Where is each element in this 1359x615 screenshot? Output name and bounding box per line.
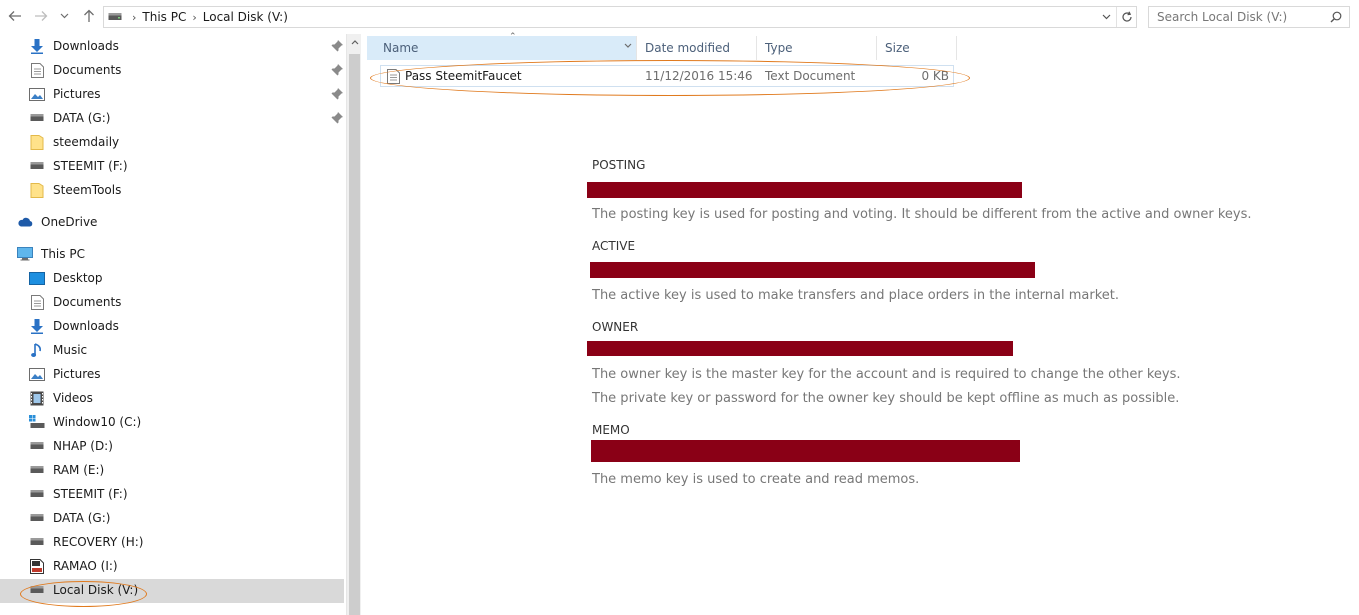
folder-icon — [29, 182, 45, 198]
refresh-icon — [1121, 11, 1132, 22]
forward-arrow-icon — [35, 11, 48, 21]
sidebar-item-videos[interactable]: Videos — [29, 386, 93, 410]
document-icon — [29, 294, 45, 310]
active-key-title: ACTIVE — [592, 239, 636, 253]
sidebar-item-documents[interactable]: Documents — [29, 58, 121, 82]
drive-icon — [29, 462, 45, 478]
sidebar-item-downloads-pc[interactable]: Downloads — [29, 314, 119, 338]
pin-icon[interactable] — [331, 64, 343, 76]
sidebar-item-music[interactable]: Music — [29, 338, 87, 362]
breadcrumb-local-disk[interactable]: Local Disk (V:) — [203, 10, 288, 24]
sidebar-scrollbar[interactable] — [346, 34, 361, 615]
download-arrow-icon — [29, 38, 45, 54]
sidebar-item-pictures[interactable]: Pictures — [29, 82, 101, 106]
sort-ascending-icon: ⌃ — [509, 32, 517, 42]
column-header-name[interactable]: ⌃ Name — [367, 32, 637, 60]
address-history-dropdown[interactable] — [1098, 9, 1114, 25]
navigation-bar: › This PC › Local Disk (V:) — [0, 0, 1359, 34]
memo-key-description: The memo key is used to create and read … — [592, 472, 920, 487]
desktop-icon — [29, 270, 45, 286]
sidebar-item-window10-c[interactable]: Window10 (C:) — [29, 410, 141, 434]
owner-key-description-2: The private key or password for the owne… — [592, 391, 1180, 406]
memo-key-redaction — [591, 440, 1020, 462]
pin-icon[interactable] — [331, 112, 343, 124]
sidebar-item-onedrive[interactable]: OneDrive — [17, 210, 97, 234]
posting-key-description: The posting key is used for posting and … — [592, 207, 1252, 222]
windows-drive-icon — [29, 414, 45, 430]
address-bar[interactable]: › This PC › Local Disk (V:) — [103, 6, 1137, 28]
chevron-right-icon: › — [192, 10, 197, 24]
owner-key-redaction — [587, 341, 1013, 356]
owner-key-description: The owner key is the master key for the … — [592, 367, 1181, 382]
sidebar-item-steemit-f-pc[interactable]: STEEMIT (F:) — [29, 482, 128, 506]
sidebar-item-nhap-d[interactable]: NHAP (D:) — [29, 434, 113, 458]
back-button[interactable] — [6, 7, 24, 25]
drive-icon — [29, 534, 45, 550]
document-icon — [29, 62, 45, 78]
column-header-size[interactable]: Size — [877, 36, 957, 60]
search-icon — [1330, 11, 1342, 23]
chevron-right-icon: › — [132, 10, 137, 24]
videos-icon — [29, 390, 45, 406]
up-arrow-icon — [84, 9, 94, 22]
refresh-button[interactable] — [1116, 7, 1136, 27]
up-button[interactable] — [80, 7, 98, 25]
drive-icon — [104, 12, 126, 22]
drive-icon — [29, 158, 45, 174]
search-input[interactable] — [1157, 10, 1327, 24]
column-header-type[interactable]: Type — [757, 36, 877, 60]
posting-key-title: POSTING — [592, 158, 646, 172]
chevron-down-icon[interactable] — [624, 41, 632, 51]
sidebar-item-documents-pc[interactable]: Documents — [29, 290, 121, 314]
drive-icon — [29, 438, 45, 454]
recent-locations-button[interactable] — [58, 7, 70, 25]
scroll-up-button[interactable] — [347, 34, 362, 51]
sidebar-item-recovery-h[interactable]: RECOVERY (H:) — [29, 530, 143, 554]
sidebar-item-this-pc[interactable]: This PC — [17, 242, 85, 266]
memo-key-title: MEMO — [592, 423, 630, 437]
breadcrumb-this-pc[interactable]: This PC — [142, 10, 186, 24]
sidebar-item-steemtools[interactable]: SteemTools — [29, 178, 121, 202]
pin-icon[interactable] — [331, 40, 343, 52]
chevron-down-icon — [60, 13, 68, 19]
chevron-down-icon — [1102, 14, 1110, 20]
search-box[interactable] — [1148, 6, 1350, 28]
owner-key-title: OWNER — [592, 320, 639, 334]
sidebar-item-steemdaily[interactable]: steemdaily — [29, 130, 119, 154]
annotation-ellipse — [20, 581, 147, 607]
sd-card-icon — [29, 558, 45, 574]
annotation-ellipse — [370, 60, 970, 96]
music-icon — [29, 342, 45, 358]
file-list-pane: ⌃ Name Date modified Type Size Pass Stee… — [361, 32, 1359, 615]
cloud-icon — [17, 214, 33, 230]
download-arrow-icon — [29, 318, 45, 334]
sidebar-item-pictures-pc[interactable]: Pictures — [29, 362, 101, 386]
sidebar-item-ram-e[interactable]: RAM (E:) — [29, 458, 104, 482]
active-key-description: The active key is used to make transfers… — [592, 288, 1120, 303]
sidebar-item-data-g-pc[interactable]: DATA (G:) — [29, 506, 110, 530]
navigation-pane: Downloads Documents Pictures DATA (G:) s… — [0, 34, 346, 615]
computer-icon — [17, 246, 33, 262]
forward-button[interactable] — [32, 7, 50, 25]
sidebar-item-data-g[interactable]: DATA (G:) — [29, 106, 110, 130]
drive-icon — [29, 510, 45, 526]
sidebar-item-downloads[interactable]: Downloads — [29, 34, 119, 58]
folder-icon — [29, 134, 45, 150]
pictures-icon — [29, 366, 45, 382]
scrollbar-thumb[interactable] — [349, 54, 360, 615]
pin-icon[interactable] — [331, 88, 343, 100]
sidebar-item-desktop[interactable]: Desktop — [29, 266, 103, 290]
column-header-date[interactable]: Date modified — [637, 36, 757, 60]
drive-icon — [29, 110, 45, 126]
active-key-redaction — [590, 262, 1035, 278]
drive-icon — [29, 486, 45, 502]
sidebar-item-steemit-f[interactable]: STEEMIT (F:) — [29, 154, 128, 178]
pictures-icon — [29, 86, 45, 102]
back-arrow-icon — [8, 11, 21, 21]
posting-key-redaction — [587, 182, 1022, 198]
chevron-up-icon — [351, 40, 358, 45]
sidebar-item-ramao-i[interactable]: RAMAO (I:) — [29, 554, 118, 578]
